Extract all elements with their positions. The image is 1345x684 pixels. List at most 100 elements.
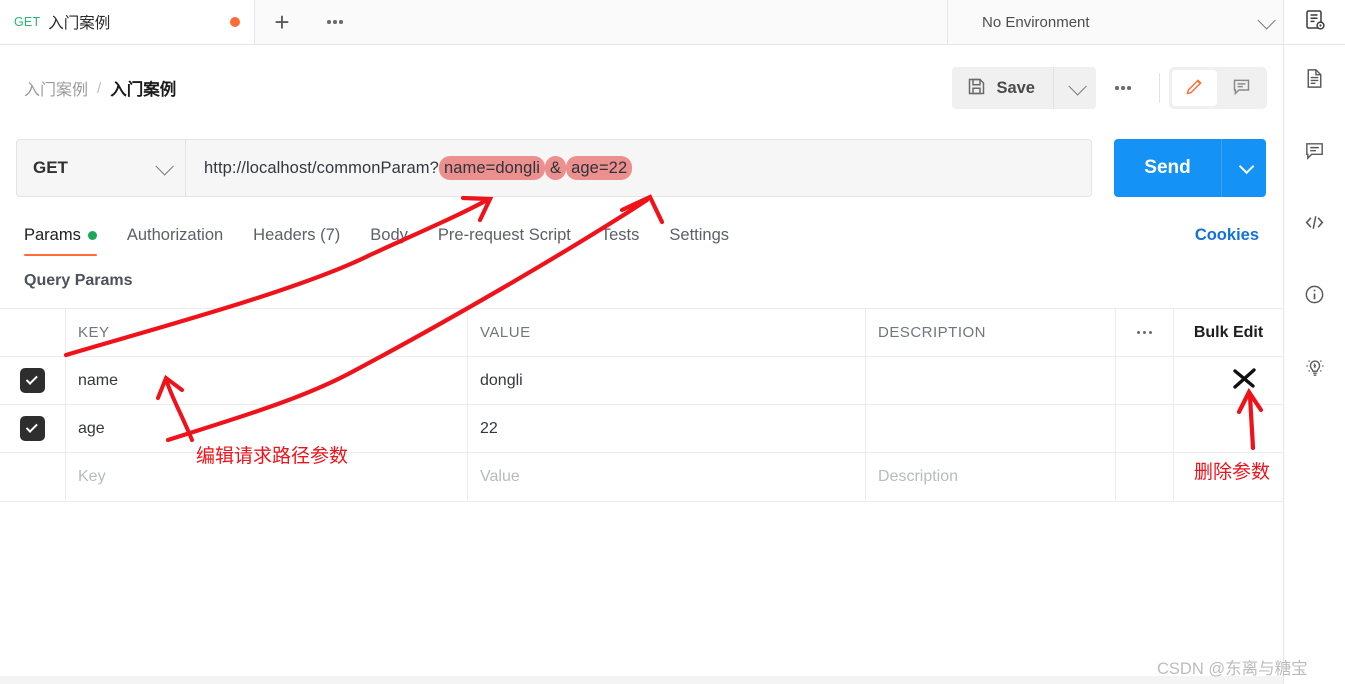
send-button-group: Send (1114, 139, 1266, 197)
request-header-bar: 入门案例 / 入门案例 Save (0, 45, 1283, 131)
method-selector[interactable]: GET (16, 139, 186, 197)
tab-bar-spacer (361, 0, 947, 44)
row-value-cell[interactable]: dongli (468, 357, 866, 404)
tab-settings[interactable]: Settings (669, 226, 743, 256)
tab-tests[interactable]: Tests (601, 226, 654, 256)
url-bar: GET http://localhost/commonParam? name=do… (16, 139, 1266, 197)
annotation-edit-params: 编辑请求路径参数 (196, 446, 349, 467)
save-button[interactable]: Save (952, 67, 1053, 109)
empty-row-value-cell[interactable]: Value (468, 453, 866, 501)
row-checkbox[interactable] (20, 368, 45, 393)
tab-tests-label: Tests (600, 226, 640, 244)
sidebar-item-info[interactable] (1284, 261, 1345, 333)
header-key-cell: KEY (66, 309, 468, 356)
chevron-down-icon (155, 156, 174, 176)
send-button[interactable]: Send (1114, 139, 1221, 197)
watermark: CSDN @东离与糖宝 (1157, 660, 1308, 678)
chevron-down-icon (1067, 76, 1087, 96)
header-divider (1159, 73, 1160, 103)
active-tab-underline (24, 253, 97, 256)
chevron-down-icon (1238, 158, 1254, 174)
annotation-delete-param: 删除参数 (1194, 462, 1271, 483)
table-empty-row: Key Value Description (0, 453, 1283, 501)
delete-param-x-icon[interactable] (1228, 362, 1260, 394)
tab-body[interactable]: Body (370, 226, 422, 256)
tab-title-label: 入门案例 (48, 15, 111, 32)
table-options-button[interactable] (1116, 309, 1174, 356)
unsaved-dot-icon (230, 17, 240, 27)
row-checkbox[interactable] (20, 416, 45, 441)
empty-row-description-cell[interactable]: Description (866, 453, 1116, 501)
row-description-cell[interactable] (866, 405, 1116, 452)
url-prefix: http://localhost/commonParam? (204, 158, 439, 177)
empty-row-options-cell (1116, 453, 1174, 501)
tab-params[interactable]: Params (24, 226, 111, 256)
url-input[interactable]: http://localhost/commonParam? name=dongli… (186, 139, 1092, 197)
sidebar-item-comments[interactable] (1284, 117, 1345, 189)
cookies-link[interactable]: Cookies (1195, 226, 1259, 256)
breadcrumb: 入门案例 / 入门案例 (24, 76, 952, 100)
tab-authorization[interactable]: Authorization (127, 226, 237, 256)
row-description-cell[interactable] (866, 357, 1116, 404)
column-header-description: DESCRIPTION (878, 324, 987, 341)
send-options-button[interactable] (1221, 139, 1266, 197)
environment-selector[interactable]: No Environment (947, 0, 1283, 44)
header-description-cell: DESCRIPTION (866, 309, 1116, 356)
bulk-edit-button[interactable]: Bulk Edit (1174, 309, 1283, 356)
sidebar-item-documentation[interactable] (1284, 45, 1345, 117)
tab-list-more-button[interactable] (309, 0, 361, 44)
floppy-disk-icon (966, 76, 987, 100)
request-section-tabs: Params Authorization Headers (7) Body Pr… (0, 212, 1283, 256)
row-checkbox-cell[interactable] (0, 357, 66, 404)
pencil-icon (1184, 76, 1205, 100)
params-present-dot-icon (87, 231, 97, 240)
tab-pre-request-script-label: Pre-request Script (437, 226, 571, 244)
environment-quick-look-button[interactable] (1284, 0, 1345, 45)
empty-row-checkbox-cell[interactable] (0, 453, 66, 501)
row-key-value: name (78, 371, 119, 389)
url-highlight-age: age=22 (566, 155, 633, 180)
header-value-cell: VALUE (468, 309, 866, 356)
row-value-value: dongli (480, 371, 523, 389)
code-snippet-icon (1302, 210, 1327, 240)
comment-icon (1231, 76, 1252, 100)
check-icon (25, 372, 38, 385)
table-row: age 22 (0, 405, 1283, 453)
request-tab[interactable]: GET 入门案例 (0, 0, 255, 44)
save-button-group: Save (952, 67, 1096, 109)
edit-mode-button[interactable] (1172, 70, 1217, 106)
column-header-key: KEY (78, 324, 110, 341)
documentation-icon (1303, 67, 1326, 95)
save-options-button[interactable] (1053, 67, 1096, 109)
table-header-row: KEY VALUE DESCRIPTION Bulk Edit (0, 309, 1283, 357)
chevron-down-icon (1257, 10, 1276, 30)
info-icon (1303, 283, 1326, 311)
tab-headers[interactable]: Headers (7) (253, 226, 354, 256)
new-tab-button[interactable]: + (255, 0, 309, 44)
table-row: name dongli (0, 357, 1283, 405)
breadcrumb-parent[interactable]: 入门案例 (24, 76, 88, 100)
tab-body-label: Body (370, 226, 408, 244)
sidebar-item-code[interactable] (1284, 189, 1345, 261)
right-sidebar (1283, 0, 1345, 684)
postman-request-window: GET 入门案例 + No Environment 入门案例 / 入门案例 Sa… (0, 0, 1345, 684)
url-highlight-name: name=dongli (438, 155, 545, 180)
tab-bar: GET 入门案例 + No Environment (0, 0, 1283, 45)
comment-mode-button[interactable] (1219, 70, 1264, 106)
url-separator: & (545, 155, 567, 180)
row-options-cell (1116, 357, 1174, 404)
header-checkbox-cell (0, 309, 66, 356)
tab-headers-label: Headers (7) (253, 226, 341, 244)
tab-authorization-label: Authorization (126, 226, 224, 244)
tab-pre-request-script[interactable]: Pre-request Script (438, 226, 585, 256)
row-checkbox-cell[interactable] (0, 405, 66, 452)
breadcrumb-current[interactable]: 入门案例 (110, 76, 176, 100)
lightbulb-icon (1303, 355, 1327, 384)
row-value-cell[interactable]: 22 (468, 405, 866, 452)
sidebar-item-tips[interactable] (1284, 333, 1345, 405)
query-params-title: Query Params (24, 272, 133, 289)
ellipsis-icon (1136, 330, 1153, 335)
request-more-actions-button[interactable] (1096, 67, 1150, 109)
bulk-edit-label: Bulk Edit (1193, 323, 1264, 341)
row-key-cell[interactable]: name (66, 357, 468, 404)
